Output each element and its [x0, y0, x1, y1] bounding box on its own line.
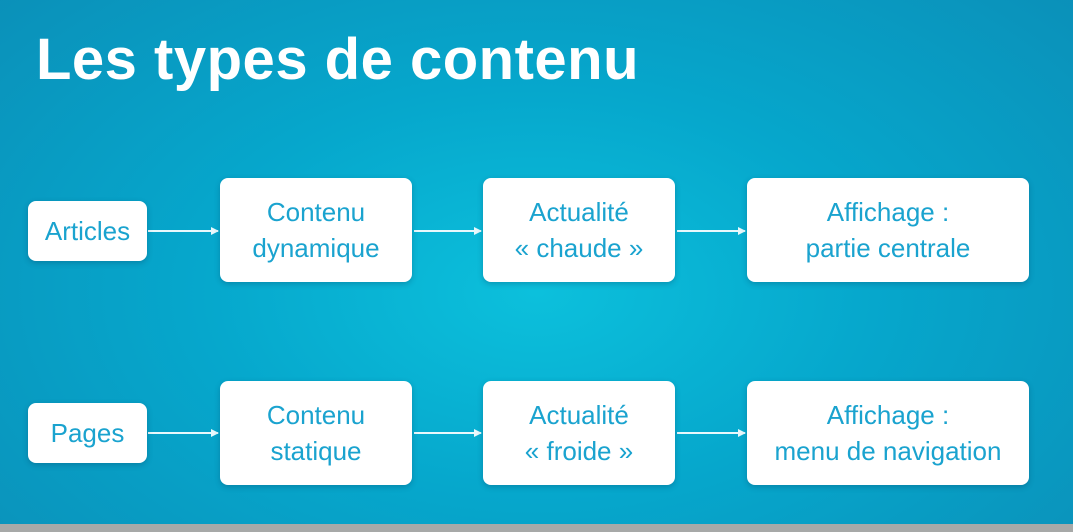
- node-dynamic-content-line-2: dynamique: [252, 233, 380, 263]
- node-navigation-display-line-1: Affichage :: [826, 400, 950, 430]
- node-cold-news-line-1: Actualité: [529, 400, 629, 430]
- node-articles-label: Articles: [44, 216, 131, 246]
- bottom-strip: [0, 524, 1073, 532]
- node-central-display-line-1: Affichage :: [826, 197, 950, 227]
- node-hot-news-line-2: « chaude »: [514, 233, 644, 263]
- node-cold-news: Actualité « froide »: [483, 381, 675, 485]
- node-pages-label: Pages: [50, 418, 125, 448]
- node-static-content-line-1: Contenu: [266, 400, 366, 430]
- node-central-display-line-2: partie centrale: [805, 233, 971, 263]
- node-dynamic-content-line-1: Contenu: [266, 197, 366, 227]
- node-articles: Articles: [28, 201, 147, 261]
- node-static-content-line-2: statique: [270, 436, 362, 466]
- node-hot-news-line-1: Actualité: [529, 197, 629, 227]
- node-central-display: Affichage : partie centrale: [747, 178, 1029, 282]
- node-hot-news: Actualité « chaude »: [483, 178, 675, 282]
- node-dynamic-content: Contenu dynamique: [220, 178, 412, 282]
- node-pages: Pages: [28, 403, 147, 463]
- node-navigation-display: Affichage : menu de navigation: [747, 381, 1029, 485]
- node-navigation-display-line-2: menu de navigation: [774, 436, 1002, 466]
- node-cold-news-line-2: « froide »: [524, 436, 634, 466]
- node-static-content: Contenu statique: [220, 381, 412, 485]
